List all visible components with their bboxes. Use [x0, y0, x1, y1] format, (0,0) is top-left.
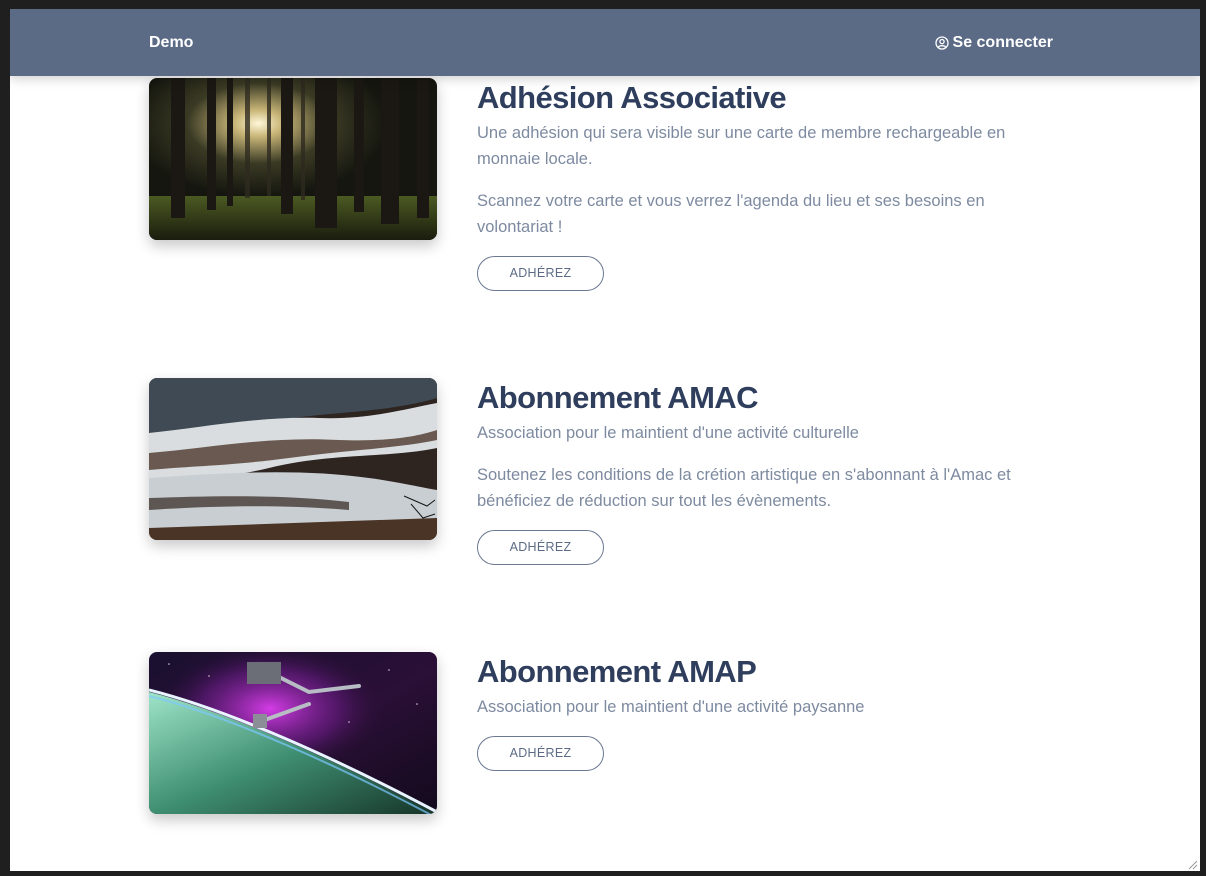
- browser-viewport: Demo Se connecter Adhésion Associative U…: [10, 9, 1200, 871]
- ocean-waves-image: [149, 378, 437, 540]
- brand-link[interactable]: Demo: [149, 33, 193, 53]
- offer-description: Association pour le maintient d'une acti…: [477, 424, 859, 442]
- offer-content: Abonnement AMAC Association pour le main…: [477, 378, 1017, 565]
- adherez-button[interactable]: ADHÉREZ: [477, 530, 604, 565]
- offer-title: Abonnement AMAP: [477, 654, 757, 689]
- space-aurora-image: [149, 652, 437, 814]
- offer-description: Association pour le maintient d'une acti…: [477, 698, 865, 716]
- forest-image: [149, 78, 437, 240]
- login-button[interactable]: Se connecter: [934, 33, 1053, 53]
- offer-description: Une adhésion qui sera visible sur une ca…: [477, 124, 1006, 168]
- offer-content: Adhésion Associative Une adhésion qui se…: [477, 78, 1017, 291]
- adherez-button[interactable]: ADHÉREZ: [477, 256, 604, 291]
- adherez-button[interactable]: ADHÉREZ: [477, 736, 604, 771]
- offer-title: Abonnement AMAC: [477, 380, 758, 415]
- navbar: Demo Se connecter: [10, 9, 1200, 76]
- user-circle-icon: [934, 36, 949, 50]
- offer-description: Soutenez les conditions de la crétion ar…: [477, 466, 1011, 510]
- login-label: Se connecter: [952, 34, 1053, 51]
- offer-description: Scannez votre carte et vous verrez l'age…: [477, 192, 985, 236]
- offer-title: Adhésion Associative: [477, 80, 787, 115]
- offer-content: Abonnement AMAP Association pour le main…: [477, 652, 1017, 771]
- resize-handle-icon[interactable]: [1186, 857, 1198, 870]
